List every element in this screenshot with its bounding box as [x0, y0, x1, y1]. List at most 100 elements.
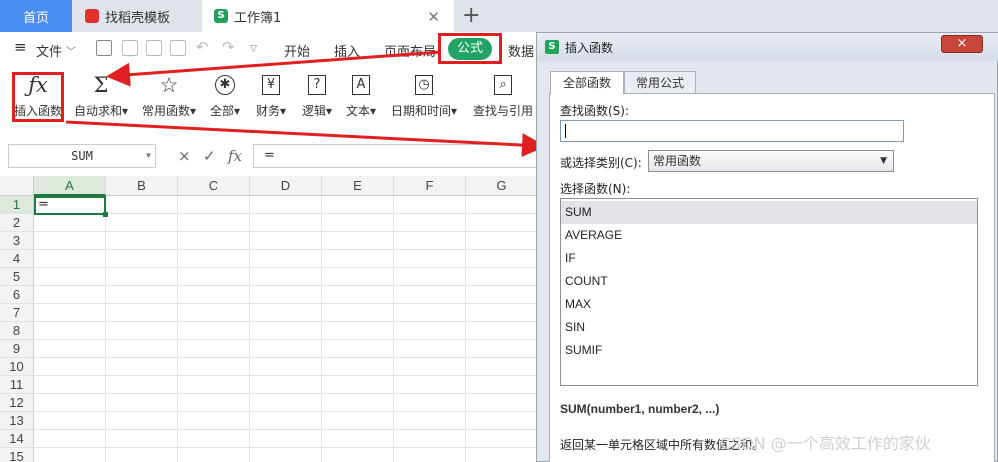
list-item[interactable]: MAX [561, 293, 977, 316]
export-icon[interactable] [122, 40, 138, 56]
tab-template[interactable]: 找稻壳模板 [73, 0, 201, 32]
column-header[interactable]: E [322, 176, 394, 196]
category-value: 常用函数 [653, 154, 702, 168]
print-icon[interactable] [146, 40, 162, 56]
date-time-label: 日期和时间▾ [390, 104, 458, 118]
tab-home[interactable]: 首页 [0, 0, 72, 32]
save-icon[interactable] [96, 40, 112, 56]
text-a-icon: A [352, 75, 370, 95]
row-header[interactable]: 5 [0, 268, 34, 286]
spreadsheet-icon: S [214, 9, 228, 23]
tab-workbook-label: 工作簿1 [234, 10, 282, 26]
column-header[interactable]: G [466, 176, 538, 196]
all-functions-label: 全部▾ [209, 104, 241, 118]
dialog-title: 插入函数 [565, 41, 614, 55]
name-box[interactable]: SUM ▼ [8, 144, 156, 168]
cancel-icon[interactable]: × [178, 147, 191, 165]
row-header[interactable]: 14 [0, 430, 34, 448]
column-header[interactable]: C [178, 176, 250, 196]
chevron-down-icon[interactable]: ▼ [880, 151, 887, 171]
yen-icon: ¥ [262, 75, 280, 95]
fx-icon[interactable]: fx [228, 147, 242, 165]
insert-function-dialog: S 插入函数 × 全部函数 常用公式 查找函数(S): 或选择类别(C): 常用… [536, 32, 998, 462]
menu-file[interactable]: 文件 [36, 41, 62, 60]
chevron-down-icon[interactable]: ﹀ [66, 43, 76, 58]
row-header[interactable]: 1 [0, 196, 34, 214]
menu-page-layout[interactable]: 页面布局 [384, 41, 436, 60]
formula-input[interactable]: = [253, 144, 553, 168]
watermark: CSDN @一个高效工作的家伙 [720, 434, 931, 453]
logic-button[interactable]: ? 逻辑▾ [300, 70, 334, 119]
list-item[interactable]: SUMIF [561, 339, 977, 362]
dialog-close-button[interactable]: × [941, 35, 983, 53]
close-icon[interactable]: ✕ [427, 8, 440, 26]
text-button[interactable]: A 文本▾ [344, 70, 378, 119]
dialog-body: 查找函数(S): 或选择类别(C): 常用函数 ▼ 选择函数(N): SUM A… [549, 93, 995, 462]
spreadsheet-icon: S [545, 40, 559, 54]
list-item[interactable]: AVERAGE [561, 224, 977, 247]
menu-insert[interactable]: 插入 [334, 41, 360, 60]
common-functions-button[interactable]: ☆ 常用函数▾ [140, 70, 198, 119]
row-header[interactable]: 8 [0, 322, 34, 340]
row-header[interactable]: 3 [0, 232, 34, 250]
docer-icon [85, 9, 99, 23]
name-box-value: SUM [71, 149, 93, 163]
star-icon: ☆ [159, 73, 179, 97]
add-tab-button[interactable]: + [462, 3, 480, 28]
select-function-label: 选择函数(N): [560, 182, 631, 196]
hamburger-icon[interactable]: ≡ [14, 38, 27, 56]
spreadsheet-app: 首页 找稻壳模板 S 工作簿1 ✕ + ≡ 文件 ﹀ ↶ ↷ ▽ 开始 插入 页… [0, 0, 998, 462]
active-cell-a1[interactable]: = [34, 196, 108, 217]
category-select[interactable]: 常用函数 ▼ [648, 150, 894, 172]
row-header[interactable]: 6 [0, 286, 34, 304]
category-label: 或选择类别(C): [560, 156, 642, 170]
finance-label: 财务▾ [255, 104, 287, 118]
dialog-titlebar[interactable]: S 插入函数 × [537, 33, 998, 61]
preview-icon[interactable] [170, 40, 186, 56]
common-functions-label: 常用函数▾ [141, 104, 197, 118]
search-function-input[interactable] [560, 120, 904, 142]
row-header[interactable]: 2 [0, 214, 34, 232]
highlight-box-formula [438, 33, 502, 64]
tab-workbook[interactable]: S 工作簿1 ✕ [202, 0, 454, 32]
row-header[interactable]: 9 [0, 340, 34, 358]
column-header[interactable]: D [250, 176, 322, 196]
logic-label: 逻辑▾ [301, 104, 333, 118]
list-item[interactable]: COUNT [561, 270, 977, 293]
undo-icon[interactable]: ↶ [196, 38, 209, 56]
clock-icon: ◷ [415, 75, 433, 95]
row-header[interactable]: 7 [0, 304, 34, 322]
row-header[interactable]: 15 [0, 448, 34, 462]
highlight-box-insert-function [12, 72, 64, 122]
tab-common-formulas[interactable]: 常用公式 [624, 71, 696, 95]
confirm-icon[interactable]: ✓ [203, 147, 216, 165]
function-list[interactable]: SUM AVERAGE IF COUNT MAX SIN SUMIF [560, 198, 978, 386]
asterisk-icon: ✱ [215, 75, 235, 95]
autosum-button[interactable]: Σ 自动求和▾ [72, 70, 130, 119]
lookup-reference-button[interactable]: ⌕ 查找与引用 [470, 70, 536, 119]
list-item[interactable]: SIN [561, 316, 977, 339]
list-item[interactable]: IF [561, 247, 977, 270]
select-all-corner[interactable] [0, 176, 34, 196]
column-header[interactable]: F [394, 176, 466, 196]
date-time-button[interactable]: ◷ 日期和时间▾ [388, 70, 460, 119]
row-header[interactable]: 10 [0, 358, 34, 376]
tab-all-functions[interactable]: 全部函数 [550, 71, 624, 95]
row-header[interactable]: 11 [0, 376, 34, 394]
chevron-down-icon[interactable]: ▼ [146, 145, 151, 167]
finance-button[interactable]: ¥ 财务▾ [254, 70, 288, 119]
row-header[interactable]: 12 [0, 394, 34, 412]
all-functions-button[interactable]: ✱ 全部▾ [208, 70, 242, 119]
sigma-icon: Σ [93, 73, 109, 97]
column-header[interactable]: B [106, 176, 178, 196]
tab-template-label: 找稻壳模板 [105, 10, 171, 26]
row-header[interactable]: 4 [0, 250, 34, 268]
column-header[interactable]: A [34, 176, 106, 196]
text-label: 文本▾ [345, 104, 377, 118]
list-item[interactable]: SUM [561, 201, 977, 224]
menu-start[interactable]: 开始 [284, 41, 310, 60]
more-chevron-icon[interactable]: ▽ [250, 44, 257, 54]
menu-data[interactable]: 数据 [508, 41, 534, 60]
row-header[interactable]: 13 [0, 412, 34, 430]
redo-icon[interactable]: ↷ [222, 38, 235, 56]
